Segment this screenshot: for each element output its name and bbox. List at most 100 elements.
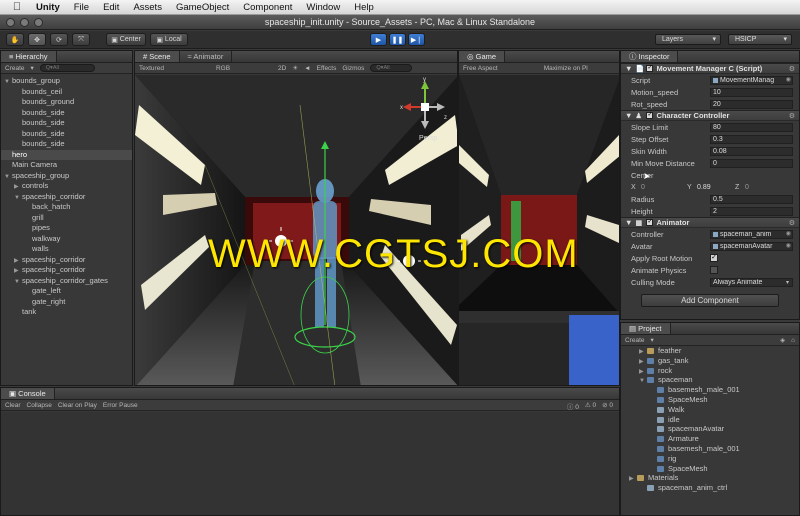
menu-window[interactable]: Window <box>306 2 340 13</box>
project-tag-icon[interactable]: ⌂ <box>791 337 795 344</box>
tab-project[interactable]: ▤ Project <box>621 323 671 334</box>
play-button[interactable]: ▶ <box>370 33 387 46</box>
menu-app-unity[interactable]: Unity <box>36 2 60 13</box>
project-filter-icon[interactable]: ◈ <box>780 336 785 344</box>
hierarchy-item[interactable]: grill <box>1 213 132 224</box>
scale-tool-button[interactable]: ⤧ <box>72 33 90 46</box>
game-viewport[interactable] <box>459 75 619 385</box>
center-y-field[interactable]: 0.89 <box>697 184 735 191</box>
height-field[interactable]: 2 <box>710 207 793 216</box>
project-item[interactable]: ▶ feather <box>621 346 799 356</box>
min-move-field[interactable]: 0 <box>710 159 793 168</box>
hierarchy-item[interactable]: ▶ controls <box>1 181 132 192</box>
console-collapse-toggle[interactable]: Collapse <box>27 402 52 409</box>
animator-enabled-checkbox[interactable]: ✓ <box>646 219 654 226</box>
animator-component-header[interactable]: ▼ ▦ ✓ Animator ⚙ <box>621 217 799 228</box>
tab-scene[interactable]: # Scene <box>135 51 180 62</box>
movement-manager-component-header[interactable]: ▼ 📄 ✓ Movement Manager C (Script) ⚙ <box>621 63 799 74</box>
apple-icon[interactable]:  <box>10 1 24 13</box>
project-item[interactable]: Armature <box>621 434 799 444</box>
project-item[interactable]: ▼ spaceman <box>621 375 799 385</box>
hierarchy-item[interactable]: gate_left <box>1 286 132 297</box>
hierarchy-item[interactable]: ▶ spaceship_corridor <box>1 265 132 276</box>
hierarchy-item[interactable]: ▼ spaceship_corridor <box>1 192 132 203</box>
radius-field[interactable]: 0.5 <box>710 195 793 204</box>
menu-component[interactable]: Component <box>243 2 292 13</box>
persp-label[interactable]: Persp <box>419 135 437 142</box>
hierarchy-item[interactable]: bounds_side <box>1 129 132 140</box>
project-item[interactable]: Walk <box>621 405 799 415</box>
hierarchy-item[interactable]: pipes <box>1 223 132 234</box>
hierarchy-item[interactable]: ▼ spaceship_corridor_gates <box>1 276 132 287</box>
tab-console[interactable]: ▣ Console <box>1 388 55 399</box>
hierarchy-create-dropdown[interactable]: Create <box>5 65 25 72</box>
hierarchy-item[interactable]: walls <box>1 244 132 255</box>
hierarchy-item[interactable]: walkway <box>1 234 132 245</box>
hierarchy-item[interactable]: gate_right <box>1 297 132 308</box>
project-create-dropdown[interactable]: Create <box>625 337 645 344</box>
component-gear-icon[interactable]: ⚙ <box>789 112 795 120</box>
hand-tool-button[interactable]: ✋ <box>6 33 24 46</box>
hierarchy-item[interactable]: ▶ spaceship_corridor <box>1 255 132 266</box>
move-tool-button[interactable]: ✥ <box>28 33 46 46</box>
menu-edit[interactable]: Edit <box>103 2 119 13</box>
animate-physics-checkbox[interactable] <box>710 266 718 274</box>
project-item[interactable]: spaceman_anim_ctrl <box>621 483 799 493</box>
hierarchy-item[interactable]: ▼ spaceship_group <box>1 171 132 182</box>
maximize-on-play-toggle[interactable]: Maximize on Pl <box>544 65 588 72</box>
menu-help[interactable]: Help <box>354 2 374 13</box>
console-warning-count[interactable]: ⚠ 0 <box>585 401 596 410</box>
project-item[interactable]: basemesh_male_001 <box>621 444 799 454</box>
shading-mode-dropdown[interactable]: Textured <box>139 65 164 72</box>
aspect-dropdown[interactable]: Free Aspect <box>463 65 498 72</box>
motion-speed-field[interactable]: 10 <box>710 88 793 97</box>
hierarchy-search-input[interactable]: Q▾All <box>39 64 95 72</box>
hierarchy-item[interactable]: bounds_ground <box>1 97 132 108</box>
skin-width-field[interactable]: 0.08 <box>710 147 793 156</box>
component-gear-icon[interactable]: ⚙ <box>789 65 795 73</box>
project-item[interactable]: ▶ rock <box>621 366 799 376</box>
pause-button[interactable]: ❚❚ <box>389 33 406 46</box>
gizmos-dropdown[interactable]: Gizmos <box>342 65 364 72</box>
avatar-field[interactable]: spacemanAvatar <box>710 242 793 251</box>
culling-mode-dropdown[interactable]: Always Animate <box>710 278 793 287</box>
console-error-pause-toggle[interactable]: Error Pause <box>103 402 138 409</box>
project-item[interactable]: idle <box>621 415 799 425</box>
tab-game[interactable]: ◎ Game <box>459 51 506 62</box>
character-controller-component-header[interactable]: ▼ ♟ ✓ Character Controller ⚙ <box>621 110 799 121</box>
project-item[interactable]: SpaceMesh <box>621 464 799 474</box>
render-mode-dropdown[interactable]: RGB <box>216 65 230 72</box>
hierarchy-item[interactable]: tank <box>1 307 132 318</box>
console-clear-button[interactable]: Clear <box>5 402 21 409</box>
sun-icon[interactable]: ☀ <box>292 64 298 72</box>
rot-speed-field[interactable]: 20 <box>710 100 793 109</box>
layers-dropdown[interactable]: Layers <box>655 34 721 45</box>
add-component-button[interactable]: Add Component <box>641 294 779 307</box>
movement-manager-enabled-checkbox[interactable]: ✓ <box>646 65 654 72</box>
center-x-field[interactable]: 0 <box>641 184 687 191</box>
apply-root-motion-checkbox[interactable]: ✓ <box>710 254 718 262</box>
hierarchy-item[interactable]: bounds_side <box>1 108 132 119</box>
space-local-toggle[interactable]: ▣ Local <box>150 33 188 46</box>
audio-icon[interactable]: ◄ <box>304 65 310 72</box>
console-log-area[interactable] <box>1 412 619 515</box>
controller-field[interactable]: spaceman_anim <box>710 230 793 239</box>
character-controller-enabled-checkbox[interactable]: ✓ <box>646 112 654 119</box>
hierarchy-item[interactable]: back_hatch <box>1 202 132 213</box>
rotate-tool-button[interactable]: ⟳ <box>50 33 68 46</box>
script-field[interactable]: MovementManag <box>710 76 793 85</box>
effects-dropdown[interactable]: Effects <box>317 65 337 72</box>
project-item[interactable]: ▶ gas_tank <box>621 356 799 366</box>
pivot-center-toggle[interactable]: ▣ Center <box>106 33 146 46</box>
hierarchy-item[interactable]: Main Camera <box>1 160 132 171</box>
hierarchy-item[interactable]: bounds_side <box>1 118 132 129</box>
console-clear-on-play-toggle[interactable]: Clear on Play <box>58 402 97 409</box>
hierarchy-item[interactable]: hero <box>1 149 132 160</box>
project-item[interactable]: rig <box>621 454 799 464</box>
component-gear-icon[interactable]: ⚙ <box>789 219 795 227</box>
scene-viewport[interactable]: y x z Persp <box>135 75 457 385</box>
center-z-field[interactable]: 0 <box>745 184 749 191</box>
slope-limit-field[interactable]: 80 <box>710 123 793 132</box>
2d-toggle[interactable]: 2D <box>278 65 286 72</box>
menu-file[interactable]: File <box>74 2 89 13</box>
